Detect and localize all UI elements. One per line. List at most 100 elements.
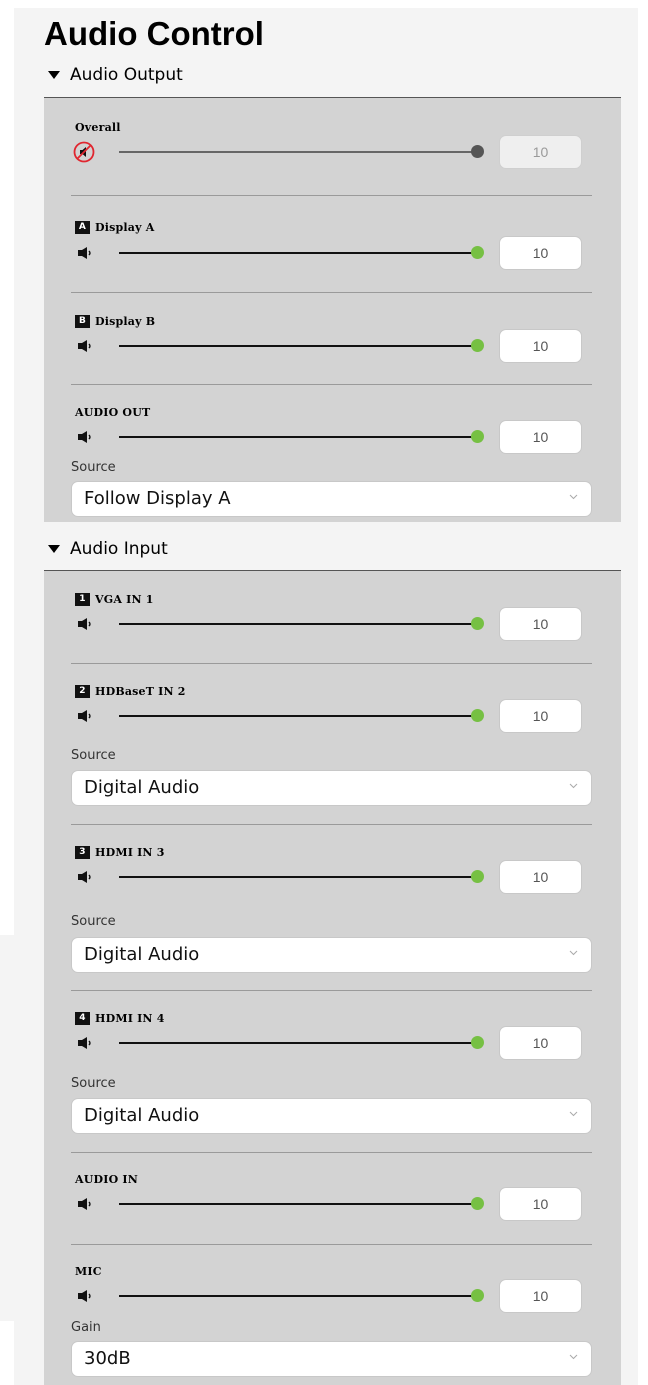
- overall-label-text: Overall: [75, 120, 121, 134]
- audio-out-source-label: Source: [71, 460, 116, 475]
- audio-out-source-value: Follow Display A: [84, 488, 231, 509]
- display-a-value-field[interactable]: 10: [499, 236, 582, 270]
- hdmi-in-3-label: 3 HDMI IN 3: [75, 845, 165, 859]
- hdmi-in-3-slider-handle[interactable]: [471, 870, 484, 883]
- display-a-label-text: Display A: [95, 220, 155, 234]
- hdmi-in-3-slider-track[interactable]: [119, 876, 479, 878]
- mic-slider-handle[interactable]: [471, 1289, 484, 1302]
- hdmi-in-4-label-text: HDMI IN 4: [95, 1011, 165, 1025]
- mic-gain-value: 30dB: [84, 1348, 131, 1369]
- hdbaset-in-2-source-label: Source: [71, 748, 116, 763]
- audio-output-panel: Overall 10 A Display A 10 B Display B 10: [44, 97, 621, 522]
- speaker-icon[interactable]: [78, 431, 92, 443]
- display-a-label: A Display A: [75, 220, 154, 234]
- vga-in-1-label: 1 VGA IN 1: [75, 592, 154, 606]
- speaker-icon[interactable]: [78, 340, 92, 352]
- display-a-slider-track[interactable]: [119, 252, 479, 254]
- hdbaset-in-2-value-field[interactable]: 10: [499, 699, 582, 733]
- overall-slider-track[interactable]: [119, 151, 479, 153]
- display-b-slider-track[interactable]: [119, 345, 479, 347]
- audio-in-slider-handle[interactable]: [471, 1197, 484, 1210]
- overall-slider-handle[interactable]: [471, 145, 484, 158]
- mic-value-field[interactable]: 10: [499, 1279, 582, 1313]
- caret-down-icon: [48, 545, 60, 553]
- mic-gain-select[interactable]: 30dB: [71, 1341, 592, 1377]
- mute-icon[interactable]: [73, 141, 95, 163]
- chevron-down-icon: [569, 1354, 578, 1360]
- audio-input-panel: 1 VGA IN 1 10 2 HDBaseT IN 2 10 Source D…: [44, 570, 621, 1385]
- audio-in-label-text: AUDIO IN: [75, 1172, 139, 1186]
- hdmi-in-4-slider-track[interactable]: [119, 1042, 479, 1044]
- display-a-slider-handle[interactable]: [471, 246, 484, 259]
- audio-input-toggle[interactable]: Audio Input: [48, 536, 168, 562]
- chevron-down-icon: [569, 783, 578, 789]
- display-b-value-field[interactable]: 10: [499, 329, 582, 363]
- divider: [71, 990, 592, 991]
- hdmi-in-4-slider-handle[interactable]: [471, 1036, 484, 1049]
- divider: [71, 195, 592, 196]
- hdmi-in-3-source-value: Digital Audio: [84, 944, 200, 965]
- hdmi-in-3-value-field[interactable]: 10: [499, 860, 582, 894]
- hdbaset-in-2-slider-handle[interactable]: [471, 709, 484, 722]
- left-strip: [0, 935, 14, 1321]
- divider: [71, 1152, 592, 1153]
- hdmi-in-3-source-label: Source: [71, 914, 116, 929]
- divider: [71, 824, 592, 825]
- audio-in-slider-track[interactable]: [119, 1203, 479, 1205]
- speaker-icon[interactable]: [78, 1037, 92, 1049]
- hdmi-in-3-label-text: HDMI IN 3: [95, 845, 165, 859]
- speaker-icon[interactable]: [78, 618, 92, 630]
- hdmi-in-4-label: 4 HDMI IN 4: [75, 1011, 165, 1025]
- hdmi-in-3-badge: 3: [75, 845, 90, 859]
- hdmi-in-4-source-select[interactable]: Digital Audio: [71, 1098, 592, 1134]
- speaker-icon[interactable]: [78, 710, 92, 722]
- audio-input-header: Audio Input: [70, 539, 168, 559]
- audio-out-value-field[interactable]: 10: [499, 420, 582, 454]
- chevron-down-icon: [569, 494, 578, 500]
- audio-out-slider-handle[interactable]: [471, 430, 484, 443]
- display-b-badge: B: [75, 314, 90, 328]
- speaker-icon[interactable]: [78, 1198, 92, 1210]
- vga-in-1-slider-track[interactable]: [119, 623, 479, 625]
- overall-value-field[interactable]: 10: [499, 135, 582, 169]
- audio-out-label-text: AUDIO OUT: [75, 405, 151, 419]
- hdbaset-in-2-source-value: Digital Audio: [84, 777, 200, 798]
- hdmi-in-3-source-select[interactable]: Digital Audio: [71, 937, 592, 973]
- audio-in-value-field[interactable]: 10: [499, 1187, 582, 1221]
- divider: [71, 292, 592, 293]
- hdmi-in-4-badge: 4: [75, 1011, 90, 1025]
- audio-in-label: AUDIO IN: [75, 1172, 138, 1186]
- display-a-badge: A: [75, 220, 90, 234]
- mic-gain-label: Gain: [71, 1320, 101, 1335]
- hdbaset-in-2-source-select[interactable]: Digital Audio: [71, 770, 592, 806]
- mic-slider-track[interactable]: [119, 1295, 479, 1297]
- audio-output-header: Audio Output: [70, 65, 183, 85]
- audio-out-label: AUDIO OUT: [75, 405, 150, 419]
- audio-out-slider-track[interactable]: [119, 436, 479, 438]
- display-b-label-text: Display B: [95, 314, 156, 328]
- audio-output-toggle[interactable]: Audio Output: [48, 62, 183, 88]
- vga-in-1-slider-handle[interactable]: [471, 617, 484, 630]
- hdbaset-in-2-slider-track[interactable]: [119, 715, 479, 717]
- hdbaset-in-2-label: 2 HDBaseT IN 2: [75, 684, 186, 698]
- chevron-down-icon: [569, 950, 578, 956]
- overall-label: Overall: [75, 120, 121, 134]
- vga-in-1-label-text: VGA IN 1: [95, 592, 154, 606]
- hdmi-in-4-source-value: Digital Audio: [84, 1105, 200, 1126]
- divider: [71, 663, 592, 664]
- mic-label-text: MIC: [75, 1264, 102, 1278]
- display-b-label: B Display B: [75, 314, 155, 328]
- hdmi-in-4-value-field[interactable]: 10: [499, 1026, 582, 1060]
- chevron-down-icon: [569, 1111, 578, 1117]
- speaker-icon[interactable]: [78, 247, 92, 259]
- divider: [71, 1244, 592, 1245]
- speaker-icon[interactable]: [78, 871, 92, 883]
- divider: [71, 384, 592, 385]
- speaker-icon[interactable]: [78, 1290, 92, 1302]
- display-b-slider-handle[interactable]: [471, 339, 484, 352]
- mic-label: MIC: [75, 1264, 102, 1278]
- vga-in-1-value-field[interactable]: 10: [499, 607, 582, 641]
- hdbaset-in-2-label-text: HDBaseT IN 2: [95, 684, 186, 698]
- hdbaset-in-2-badge: 2: [75, 684, 90, 698]
- audio-out-source-select[interactable]: Follow Display A: [71, 481, 592, 517]
